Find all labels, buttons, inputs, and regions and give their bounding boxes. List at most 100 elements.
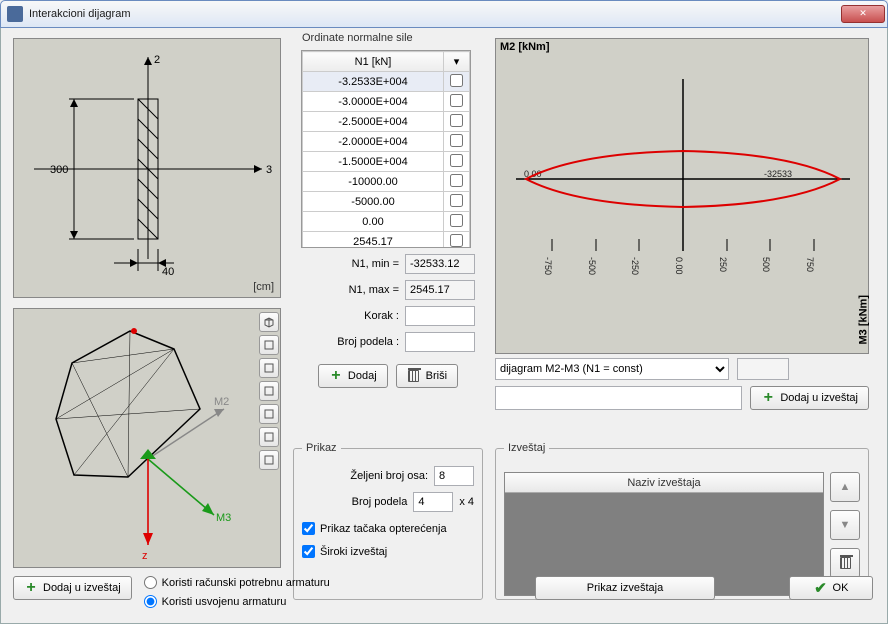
titlebar: Interakcioni dijagram ✕ xyxy=(0,0,888,28)
svg-text:0.00: 0.00 xyxy=(674,257,684,275)
n1-cell[interactable]: -2.5000E+004 xyxy=(303,112,444,132)
n1max-field[interactable] xyxy=(405,280,475,300)
table-row[interactable]: 0.00 xyxy=(303,212,470,232)
cb-load-points[interactable]: Prikaz tačaka opterećenja xyxy=(302,522,474,535)
table-row[interactable]: -1.5000E+004 xyxy=(303,152,470,172)
col-check[interactable]: ▾ xyxy=(444,52,470,72)
svg-text:750: 750 xyxy=(805,257,815,272)
radio-computed[interactable]: Koristi računski potrebnu armaturu xyxy=(144,576,330,589)
n1-grid[interactable]: N1 [kN]▾ -3.2533E+004-3.0000E+004-2.5000… xyxy=(301,50,471,248)
report-col-header[interactable]: Naziv izveštaja xyxy=(505,473,823,493)
diagram-select[interactable]: dijagram M2-M3 (N1 = const) xyxy=(495,358,729,380)
view-button-7[interactable] xyxy=(259,450,279,470)
check-cell[interactable] xyxy=(444,112,470,132)
ordinate-legend: Ordinate normalne sile xyxy=(298,32,417,44)
check-cell[interactable] xyxy=(444,172,470,192)
report-name-input[interactable] xyxy=(495,386,742,410)
n1-cell[interactable]: -10000.00 xyxy=(303,172,444,192)
table-row[interactable]: -3.2533E+004 xyxy=(303,72,470,92)
view-iso-button[interactable] xyxy=(259,312,279,332)
zeljeni-field[interactable] xyxy=(434,466,474,486)
n1max-label: N1, max = xyxy=(301,284,399,296)
n1-cell[interactable]: -3.2533E+004 xyxy=(303,72,444,92)
row-checkbox[interactable] xyxy=(450,74,463,87)
col-n1[interactable]: N1 [kN] xyxy=(303,52,444,72)
check-cell[interactable] xyxy=(444,92,470,112)
svg-text:M2: M2 xyxy=(214,396,229,408)
section-view-top[interactable]: 3 2 300 40 [cm] xyxy=(13,38,281,298)
broj-suffix: x 4 xyxy=(459,496,474,508)
table-row[interactable]: -2.0000E+004 xyxy=(303,132,470,152)
add-to-report-main-button[interactable]: +Dodaj u izveštaj xyxy=(13,576,132,600)
add-to-report-button[interactable]: +Dodaj u izveštaj xyxy=(750,386,869,410)
show-report-button[interactable]: Prikaz izveštaja xyxy=(535,576,715,600)
svg-text:-250: -250 xyxy=(630,257,640,275)
prikaz-legend: Prikaz xyxy=(302,442,341,454)
view-button-4[interactable] xyxy=(259,381,279,401)
svg-text:-750: -750 xyxy=(543,257,553,275)
n1-cell[interactable]: -5000.00 xyxy=(303,192,444,212)
cb-load-points-input[interactable] xyxy=(302,522,315,535)
table-row[interactable]: -2.5000E+004 xyxy=(303,112,470,132)
radio-computed-input[interactable] xyxy=(144,576,157,589)
row-checkbox[interactable] xyxy=(450,194,463,207)
row-checkbox[interactable] xyxy=(450,154,463,167)
n1-cell[interactable]: 0.00 xyxy=(303,212,444,232)
svg-text:z: z xyxy=(142,550,148,562)
chart-m2m3[interactable]: M2 [kNm] 0.00 -32533 -750 -500 -250 0.00… xyxy=(495,38,869,354)
korak-field[interactable] xyxy=(405,306,475,326)
view-button-3[interactable] xyxy=(259,358,279,378)
plus-icon: + xyxy=(329,369,343,383)
svg-text:-500: -500 xyxy=(587,257,597,275)
n1-cell[interactable]: 2545.17 xyxy=(303,232,444,249)
check-cell[interactable] xyxy=(444,232,470,249)
check-cell[interactable] xyxy=(444,152,470,172)
brojpodela-field[interactable] xyxy=(405,332,475,352)
table-row[interactable]: 2545.17 xyxy=(303,232,470,249)
move-down-button[interactable]: ▼ xyxy=(830,510,860,540)
check-cell[interactable] xyxy=(444,132,470,152)
broj-field[interactable] xyxy=(413,492,453,512)
table-row[interactable]: -5000.00 xyxy=(303,192,470,212)
table-row[interactable]: -10000.00 xyxy=(303,172,470,192)
brojpodela-label: Broj podela : xyxy=(301,336,399,348)
n1-cell[interactable]: -2.0000E+004 xyxy=(303,132,444,152)
n1min-label: N1, min = xyxy=(301,258,399,270)
arrow-up-icon: ▲ xyxy=(840,481,851,493)
row-checkbox[interactable] xyxy=(450,174,463,187)
add-button[interactable]: +Dodaj xyxy=(318,364,388,388)
row-checkbox[interactable] xyxy=(450,134,463,147)
check-cell[interactable] xyxy=(444,192,470,212)
row-checkbox[interactable] xyxy=(450,214,463,227)
view-button-6[interactable] xyxy=(259,427,279,447)
cb-wide-report[interactable]: Široki izveštaj xyxy=(302,545,474,558)
row-checkbox[interactable] xyxy=(450,114,463,127)
table-row[interactable]: -3.0000E+004 xyxy=(303,92,470,112)
section-view-3d[interactable]: M2 M3 z xyxy=(13,308,281,568)
delete-button[interactable]: Briši xyxy=(396,364,458,388)
add-to-report-label: Dodaj u izveštaj xyxy=(780,392,858,404)
svg-text:250: 250 xyxy=(718,257,728,272)
svg-text:-32533: -32533 xyxy=(764,169,792,179)
view-button-2[interactable] xyxy=(259,335,279,355)
check-cell[interactable] xyxy=(444,212,470,232)
radio-adopted-input[interactable] xyxy=(144,595,157,608)
row-checkbox[interactable] xyxy=(450,234,463,247)
section-svg: 3 2 300 40 xyxy=(14,39,282,299)
view-button-5[interactable] xyxy=(259,404,279,424)
check-icon: ✔ xyxy=(814,581,828,595)
ordinate-group: Ordinate normalne sile N1 [kN]▾ -3.2533E… xyxy=(293,32,483,438)
ok-button[interactable]: ✔OK xyxy=(789,576,873,600)
korak-label: Korak : xyxy=(301,310,399,322)
n1-cell[interactable]: -3.0000E+004 xyxy=(303,92,444,112)
n1-cell[interactable]: -1.5000E+004 xyxy=(303,152,444,172)
row-checkbox[interactable] xyxy=(450,94,463,107)
value-box[interactable] xyxy=(737,358,789,380)
close-button[interactable]: ✕ xyxy=(841,5,885,23)
delete-report-button[interactable] xyxy=(830,548,860,578)
move-up-button[interactable]: ▲ xyxy=(830,472,860,502)
radio-adopted[interactable]: Koristi usvojenu armaturu xyxy=(144,595,330,608)
n1min-field[interactable] xyxy=(405,254,475,274)
cb-wide-report-input[interactable] xyxy=(302,545,315,558)
check-cell[interactable] xyxy=(444,72,470,92)
